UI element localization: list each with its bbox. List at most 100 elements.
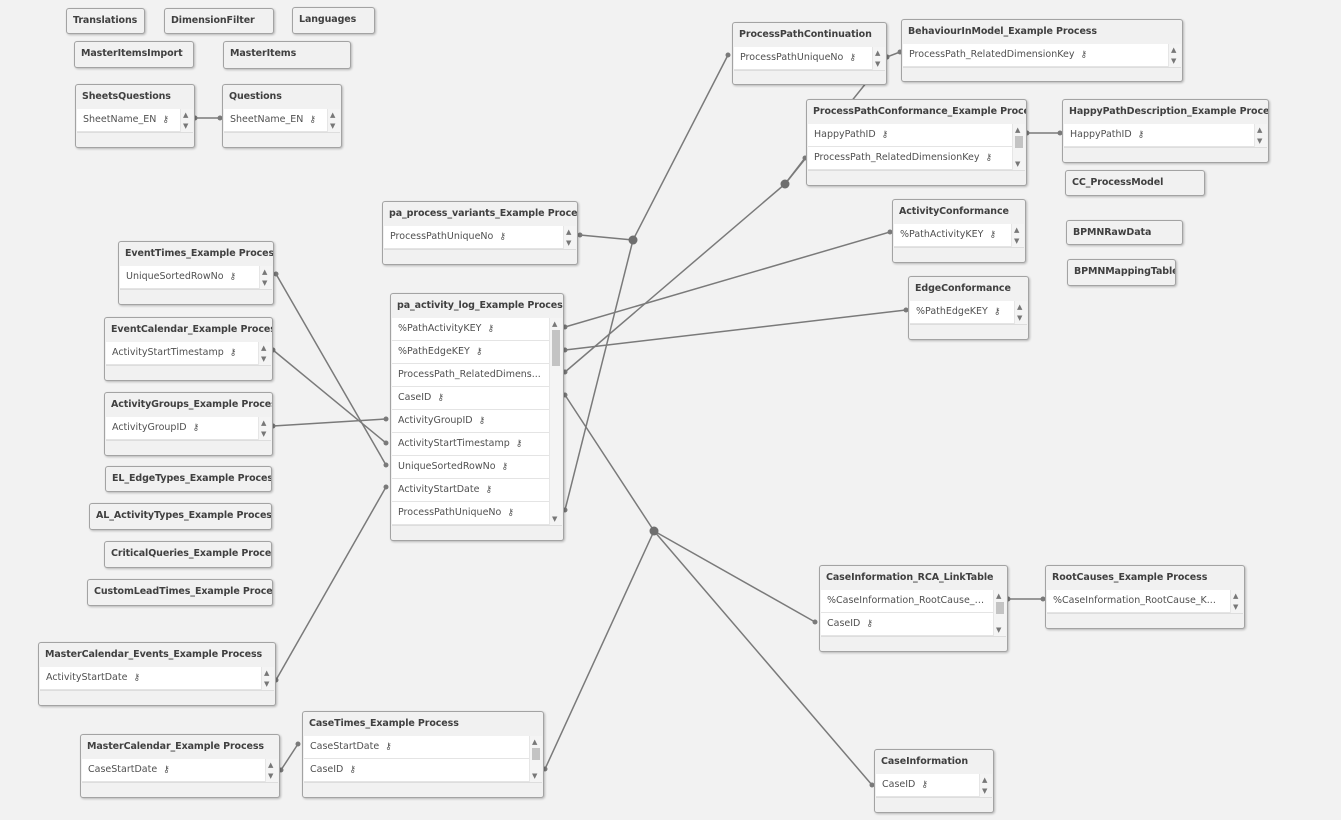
table-caseinformation[interactable]: CaseInformation CaseID ⚷ ▲ ▼ bbox=[874, 749, 994, 813]
table-happypathdescription-example-process[interactable]: HappyPathDescription_Example Process Happ… bbox=[1062, 99, 1269, 163]
field-row[interactable]: ProcessPathUniqueNo ⚷ bbox=[734, 47, 885, 70]
scroll-thumb[interactable] bbox=[552, 330, 560, 366]
field-row[interactable]: CaseID ⚷ bbox=[821, 613, 1006, 636]
scroll-up-icon[interactable]: ▲ bbox=[532, 738, 537, 746]
table-el-edgetypes-example-process[interactable]: EL_EdgeTypes_Example Process bbox=[105, 466, 272, 492]
scrollbar[interactable]: ▲ ▼ bbox=[529, 736, 542, 782]
field-row[interactable]: ActivityGroupID ⚷ bbox=[106, 417, 271, 440]
scrollbar[interactable]: ▲ ▼ bbox=[979, 774, 992, 797]
scrollbar[interactable]: ▲ ▼ bbox=[549, 318, 562, 525]
scroll-down-icon[interactable]: ▼ bbox=[982, 787, 987, 795]
field-row[interactable]: ActivityStartDate ⚷ bbox=[40, 667, 274, 690]
scroll-up-icon[interactable]: ▲ bbox=[1171, 46, 1176, 54]
table-bpmnrawdata[interactable]: BPMNRawData bbox=[1066, 220, 1183, 245]
table-questions[interactable]: Questions SheetName_EN ⚷ ▲ ▼ bbox=[222, 84, 342, 148]
table-caseinformation-rca-linktable[interactable]: CaseInformation_RCA_LinkTable %CaseInform… bbox=[819, 565, 1008, 652]
field-row[interactable]: ProcessPath_RelatedDimensionKey ⚷ bbox=[903, 44, 1181, 67]
scroll-down-icon[interactable]: ▼ bbox=[183, 122, 188, 130]
scroll-up-icon[interactable]: ▲ bbox=[1233, 592, 1238, 600]
scrollbar[interactable]: ▲ ▼ bbox=[327, 109, 340, 132]
field-row[interactable]: ActivityStartDate ⚷ bbox=[392, 479, 562, 502]
table-casetimes-example-process[interactable]: CaseTimes_Example Process CaseStartDate ⚷ C… bbox=[302, 711, 544, 798]
scroll-down-icon[interactable]: ▼ bbox=[262, 279, 267, 287]
scroll-down-icon[interactable]: ▼ bbox=[1017, 314, 1022, 322]
scroll-down-icon[interactable]: ▼ bbox=[264, 680, 269, 688]
scroll-up-icon[interactable]: ▲ bbox=[566, 228, 571, 236]
scrollbar[interactable]: ▲ ▼ bbox=[180, 109, 193, 132]
field-row[interactable]: CaseID ⚷ bbox=[304, 759, 542, 782]
field-row[interactable]: %CaseInformation_RootCause_K... bbox=[1047, 590, 1243, 613]
field-row[interactable]: %CaseInformation_RootCause_KE... bbox=[821, 590, 1006, 613]
table-languages[interactable]: Languages bbox=[292, 7, 375, 34]
scroll-up-icon[interactable]: ▲ bbox=[264, 669, 269, 677]
scroll-down-icon[interactable]: ▼ bbox=[1257, 137, 1262, 145]
scrollbar[interactable]: ▲ ▼ bbox=[563, 226, 576, 249]
field-row[interactable]: %PathActivityKEY ⚷ bbox=[392, 318, 562, 341]
scroll-up-icon[interactable]: ▲ bbox=[552, 320, 557, 328]
table-pa-process-variants-example-process[interactable]: pa_process_variants_Example Process Proce… bbox=[382, 201, 578, 265]
field-row[interactable]: HappyPathID ⚷ bbox=[1064, 124, 1267, 147]
scroll-down-icon[interactable]: ▼ bbox=[552, 515, 557, 523]
field-row[interactable]: ProcessPath_RelatedDimens... bbox=[392, 364, 562, 387]
scroll-down-icon[interactable]: ▼ bbox=[532, 772, 537, 780]
scroll-down-icon[interactable]: ▼ bbox=[1171, 57, 1176, 65]
scroll-thumb[interactable] bbox=[532, 748, 540, 760]
scrollbar[interactable]: ▲ ▼ bbox=[1011, 224, 1024, 247]
scroll-up-icon[interactable]: ▲ bbox=[982, 776, 987, 784]
scrollbar[interactable]: ▲ ▼ bbox=[993, 590, 1006, 636]
scrollbar[interactable]: ▲ ▼ bbox=[1254, 124, 1267, 147]
scroll-down-icon[interactable]: ▼ bbox=[330, 122, 335, 130]
scroll-up-icon[interactable]: ▲ bbox=[330, 111, 335, 119]
scroll-up-icon[interactable]: ▲ bbox=[261, 344, 266, 352]
scroll-down-icon[interactable]: ▼ bbox=[875, 60, 880, 68]
scroll-down-icon[interactable]: ▼ bbox=[1233, 603, 1238, 611]
scrollbar[interactable]: ▲ ▼ bbox=[259, 266, 272, 289]
scroll-up-icon[interactable]: ▲ bbox=[1015, 126, 1020, 134]
scroll-down-icon[interactable]: ▼ bbox=[566, 239, 571, 247]
scroll-down-icon[interactable]: ▼ bbox=[1015, 160, 1020, 168]
scroll-down-icon[interactable]: ▼ bbox=[261, 430, 266, 438]
table-activityconformance[interactable]: ActivityConformance %PathActivityKEY ⚷ ▲ ▼ bbox=[892, 199, 1026, 263]
scrollbar[interactable]: ▲ ▼ bbox=[1014, 301, 1027, 324]
table-dimensionfilter[interactable]: DimensionFilter bbox=[164, 8, 274, 34]
table-pa-activity-log-example-process[interactable]: pa_activity_log_Example Process %PathActi… bbox=[390, 293, 564, 541]
field-row[interactable]: ProcessPathUniqueNo ⚷ bbox=[392, 502, 562, 525]
field-row[interactable]: %PathActivityKEY ⚷ bbox=[894, 224, 1024, 247]
table-masteritems[interactable]: MasterItems bbox=[223, 41, 351, 69]
field-row[interactable]: %PathEdgeKEY ⚷ bbox=[910, 301, 1027, 324]
scrollbar[interactable]: ▲ ▼ bbox=[265, 759, 278, 782]
table-eventcalendar-example-process[interactable]: EventCalendar_Example Process ActivitySta… bbox=[104, 317, 273, 381]
field-row[interactable]: CaseStartDate ⚷ bbox=[82, 759, 278, 782]
table-mastercalendar-example-process[interactable]: MasterCalendar_Example Process CaseStartD… bbox=[80, 734, 280, 798]
scroll-down-icon[interactable]: ▼ bbox=[996, 626, 1001, 634]
scroll-up-icon[interactable]: ▲ bbox=[262, 268, 267, 276]
scroll-up-icon[interactable]: ▲ bbox=[261, 419, 266, 427]
scrollbar[interactable]: ▲ ▼ bbox=[258, 342, 271, 365]
table-masteritemsimport[interactable]: MasterItemsImport bbox=[74, 41, 194, 68]
field-row[interactable]: UniqueSortedRowNo ⚷ bbox=[392, 456, 562, 479]
field-row[interactable]: CaseID ⚷ bbox=[392, 387, 562, 410]
table-rootcauses-example-process[interactable]: RootCauses_Example Process %CaseInformati… bbox=[1045, 565, 1245, 629]
scrollbar[interactable]: ▲ ▼ bbox=[258, 417, 271, 440]
scrollbar[interactable]: ▲ ▼ bbox=[1012, 124, 1025, 170]
scroll-up-icon[interactable]: ▲ bbox=[1014, 226, 1019, 234]
scroll-thumb[interactable] bbox=[996, 602, 1004, 614]
scroll-up-icon[interactable]: ▲ bbox=[1017, 303, 1022, 311]
scrollbar[interactable]: ▲ ▼ bbox=[261, 667, 274, 690]
link-hub[interactable] bbox=[780, 179, 790, 189]
scroll-up-icon[interactable]: ▲ bbox=[996, 592, 1001, 600]
field-row[interactable]: HappyPathID ⚷ bbox=[808, 124, 1025, 147]
scroll-up-icon[interactable]: ▲ bbox=[1257, 126, 1262, 134]
field-row[interactable]: UniqueSortedRowNo ⚷ bbox=[120, 266, 272, 289]
scrollbar[interactable]: ▲ ▼ bbox=[1168, 44, 1181, 67]
link-hub[interactable] bbox=[649, 526, 659, 536]
field-row[interactable]: CaseStartDate ⚷ bbox=[304, 736, 542, 759]
field-row[interactable]: SheetName_EN ⚷ bbox=[77, 109, 193, 132]
field-row[interactable]: ActivityGroupID ⚷ bbox=[392, 410, 562, 433]
table-cc-processmodel[interactable]: CC_ProcessModel bbox=[1065, 170, 1205, 196]
field-row[interactable]: ActivityStartTimestamp ⚷ bbox=[106, 342, 271, 365]
field-row[interactable]: ProcessPath_RelatedDimensionKey ⚷ bbox=[808, 147, 1025, 170]
scroll-down-icon[interactable]: ▼ bbox=[268, 772, 273, 780]
scroll-up-icon[interactable]: ▲ bbox=[268, 761, 273, 769]
table-edgeconformance[interactable]: EdgeConformance %PathEdgeKEY ⚷ ▲ ▼ bbox=[908, 276, 1029, 340]
